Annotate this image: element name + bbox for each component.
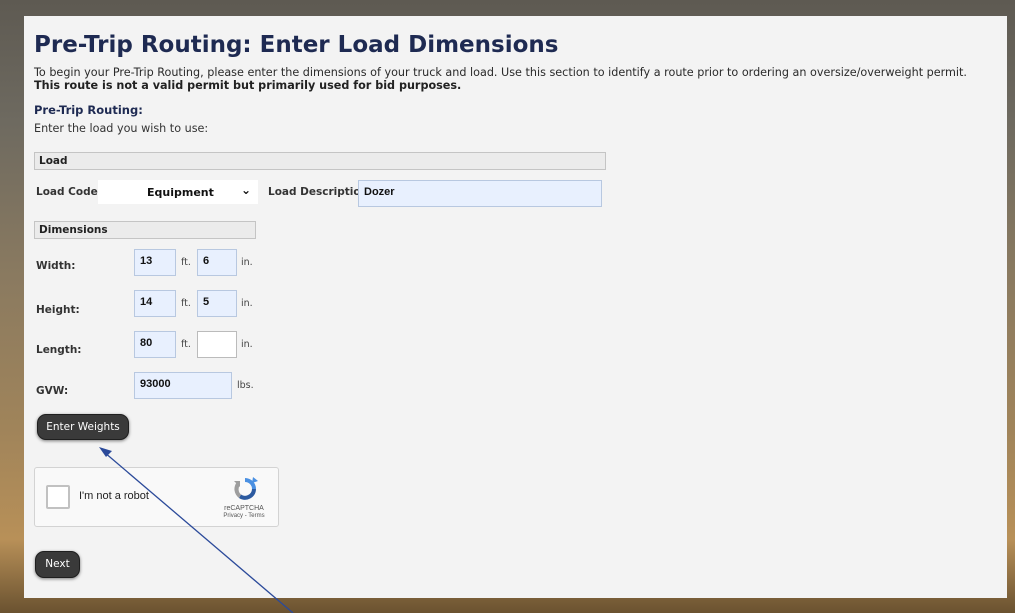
gvw-input[interactable]: 93000 (134, 372, 232, 399)
width-label: Width: (36, 260, 76, 272)
page-title: Pre-Trip Routing: Enter Load Dimensions (34, 32, 559, 58)
enter-weights-button[interactable]: Enter Weights (37, 414, 129, 440)
subtitle: Enter the load you wish to use: (34, 122, 209, 135)
main-panel: Pre-Trip Routing: Enter Load Dimensions … (24, 16, 1007, 598)
length-in-unit: in. (241, 339, 253, 350)
recaptcha-widget: I'm not a robot reCAPTCHA Privacy - Term… (34, 467, 279, 527)
length-label: Length: (36, 344, 82, 356)
section-title: Pre-Trip Routing: (34, 103, 143, 117)
length-ft-input[interactable]: 80 (134, 331, 176, 358)
recaptcha-logo-icon (234, 477, 258, 500)
load-code-select[interactable]: Equipment ⌄ (98, 180, 258, 204)
length-in-input[interactable] (197, 331, 237, 358)
load-group-header: Load (34, 152, 606, 170)
width-in-unit: in. (241, 257, 253, 268)
intro-warning: This route is not a valid permit but pri… (34, 79, 462, 92)
width-ft-unit: ft. (181, 257, 191, 268)
gvw-label: GVW: (36, 385, 69, 397)
dimensions-group-header: Dimensions (34, 221, 256, 239)
load-description-input[interactable]: Dozer (358, 180, 602, 207)
load-description-label: Load Description: (268, 186, 373, 198)
height-label: Height: (36, 304, 80, 316)
next-button[interactable]: Next (35, 551, 80, 578)
intro-text: To begin your Pre-Trip Routing, please e… (34, 66, 967, 79)
load-code-value: Equipment (147, 186, 214, 199)
height-in-unit: in. (241, 298, 253, 309)
recaptcha-label: I'm not a robot (79, 490, 149, 502)
width-ft-input[interactable]: 13 (134, 249, 176, 276)
recaptcha-links[interactable]: Privacy - Terms (221, 513, 267, 519)
height-in-input[interactable]: 5 (197, 290, 237, 317)
height-ft-unit: ft. (181, 298, 191, 309)
load-code-label: Load Code: (36, 186, 102, 198)
recaptcha-checkbox[interactable] (46, 485, 70, 509)
length-ft-unit: ft. (181, 339, 191, 350)
width-in-input[interactable]: 6 (197, 249, 237, 276)
height-ft-input[interactable]: 14 (134, 290, 176, 317)
chevron-down-icon: ⌄ (240, 183, 251, 197)
recaptcha-brand: reCAPTCHA (224, 505, 264, 512)
gvw-unit: lbs. (237, 380, 254, 391)
